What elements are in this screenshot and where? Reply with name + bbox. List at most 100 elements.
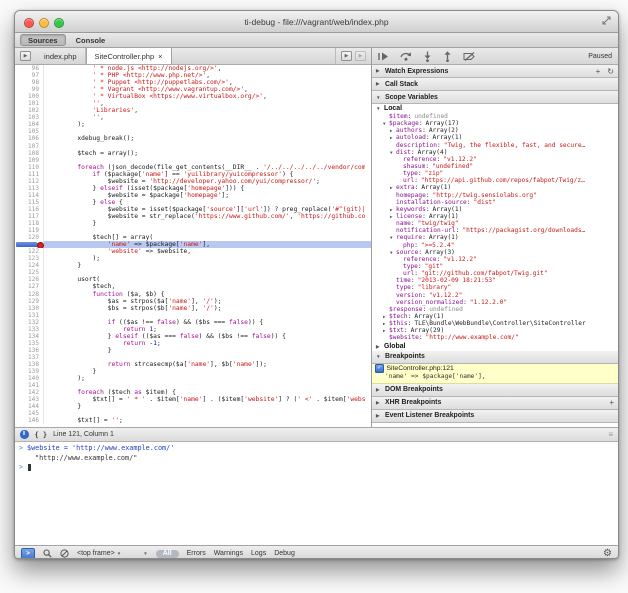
fullscreen-icon[interactable] — [602, 16, 611, 25]
breakpoint-location[interactable]: SiteController.php:121 — [387, 365, 454, 372]
context-dropdown-icon[interactable]: ▼ — [143, 551, 147, 556]
split-view-icon[interactable]: ▶ — [341, 51, 352, 61]
breakpoints-header[interactable]: ▼ Breakpoints — [372, 351, 618, 364]
drag-handle-icon[interactable]: ≡ — [608, 430, 613, 439]
filter-debug[interactable]: Debug — [274, 550, 295, 557]
panel-tab-sources[interactable]: Sources — [20, 34, 66, 46]
console-prompt[interactable]: > — [15, 463, 618, 473]
line-number[interactable]: 120 — [15, 234, 44, 241]
line-number[interactable]: 144 — [15, 403, 44, 410]
line-number[interactable]: 130 — [15, 305, 44, 312]
line-number[interactable]: 103 — [15, 114, 44, 121]
scope-group-local[interactable]: ▼Local — [372, 104, 618, 113]
filter-logs[interactable]: Logs — [251, 550, 266, 557]
scope-variable-row[interactable]: url:"https://api.github.com/repos/fabpot… — [372, 177, 618, 184]
scope-variable-row[interactable]: time:"2013-02-09 18:21:53" — [372, 277, 618, 284]
breakpoint-entry[interactable]: ✓ SiteController.php:121 'name' => $pack… — [372, 364, 618, 384]
line-number[interactable]: 129 — [15, 298, 44, 305]
scope-variable-row[interactable]: type:"library" — [372, 284, 618, 291]
code-editor[interactable]: 96 ' * node.js <http://nodejs.org/>',97 … — [15, 65, 371, 427]
scope-variable-row[interactable]: ▶$this:TLE\Bundle\WebBundle\Controller\S… — [372, 320, 618, 327]
file-tab-sitecontroller.php[interactable]: SiteController.php× — [86, 48, 172, 64]
deactivate-breakpoints-button[interactable] — [463, 52, 476, 61]
line-number[interactable]: 122 — [15, 248, 44, 255]
line-number[interactable]: 119 — [15, 227, 44, 234]
close-window-icon[interactable] — [24, 18, 34, 28]
file-tab-index.php[interactable]: index.php — [36, 48, 86, 64]
line-number[interactable]: 117 — [15, 213, 44, 220]
line-number[interactable]: 97 — [15, 72, 44, 79]
panel-tab-console[interactable]: Console — [69, 35, 113, 45]
scope-variable-row[interactable]: ▶$tech:Array(1) — [372, 313, 618, 320]
dom-breakpoints-header[interactable]: ▶ DOM Breakpoints — [372, 384, 618, 397]
line-number[interactable]: 102 — [15, 107, 44, 114]
console-drawer[interactable]: >$website = 'http://www.example.com/'"ht… — [15, 442, 618, 545]
line-number[interactable]: 118 — [15, 220, 44, 227]
scope-variable-row[interactable]: ▶autoload:Array(1) — [372, 134, 618, 141]
line-number[interactable]: 125 — [15, 269, 44, 276]
line-number[interactable]: 124 — [15, 262, 44, 269]
console-toggle-icon[interactable]: > — [21, 548, 35, 560]
scope-variable-row[interactable]: version:"v1.12.2" — [372, 292, 618, 299]
scope-variable-row[interactable]: php:">=5.2.4" — [372, 242, 618, 249]
line-number[interactable]: 107 — [15, 143, 44, 150]
line-number[interactable]: 116 — [15, 206, 44, 213]
scope-variable-row[interactable]: $response:undefined — [372, 306, 618, 313]
filter-warnings[interactable]: Warnings — [214, 550, 243, 557]
line-number[interactable]: 98 — [15, 79, 44, 86]
line-number[interactable]: 101 — [15, 100, 44, 107]
scope-variable-row[interactable]: description:"Twig, the flexible, fast, a… — [372, 142, 618, 149]
scope-variable-row[interactable]: name:"twig/twig" — [372, 220, 618, 227]
line-number[interactable] — [15, 241, 44, 248]
scope-variable-row[interactable]: shasum:"undefined" — [372, 163, 618, 170]
line-number[interactable]: 109 — [15, 157, 44, 164]
call-stack-header[interactable]: ▶ Call Stack — [372, 78, 618, 91]
pause-on-exceptions-icon[interactable]: ‖ — [20, 430, 29, 439]
line-number[interactable]: 106 — [15, 135, 44, 142]
console-input[interactable] — [27, 463, 31, 473]
line-number[interactable]: 138 — [15, 361, 44, 368]
line-number[interactable]: 140 — [15, 375, 44, 382]
title-bar[interactable]: ti-debug - file:///vagrant/web/index.php — [15, 11, 618, 33]
line-number[interactable]: 105 — [15, 128, 44, 135]
scope-variable-row[interactable]: ▶keywords:Array(1) — [372, 206, 618, 213]
line-number[interactable]: 146 — [15, 417, 44, 424]
filter-errors[interactable]: Errors — [187, 550, 206, 557]
line-number[interactable]: 132 — [15, 319, 44, 326]
line-number[interactable]: 115 — [15, 199, 44, 206]
line-number[interactable]: 113 — [15, 185, 44, 192]
panel-toggle-icon[interactable]: ▶ — [355, 51, 366, 61]
line-number[interactable]: 110 — [15, 164, 44, 171]
scope-variable-row[interactable]: ▼dist:Array(4) — [372, 149, 618, 156]
line-number[interactable]: 136 — [15, 347, 44, 354]
line-number[interactable]: 114 — [15, 192, 44, 199]
step-over-button[interactable] — [400, 51, 412, 61]
watch-expressions-header[interactable]: ▶ Watch Expressions + ↻ — [372, 65, 618, 78]
scope-variable-row[interactable]: homepage:"http://twig.sensiolabs.org" — [372, 192, 618, 199]
add-watch-icon[interactable]: + — [596, 67, 601, 76]
line-number[interactable]: 133 — [15, 326, 44, 333]
settings-gear-icon[interactable]: ⚙ — [603, 548, 612, 559]
scope-variable-row[interactable]: $item:undefined — [372, 113, 618, 120]
scope-variable-row[interactable]: installation-source:"dist" — [372, 199, 618, 206]
scope-variable-row[interactable]: ▶license:Array(1) — [372, 213, 618, 220]
line-number[interactable]: 143 — [15, 396, 44, 403]
scope-variable-row[interactable]: type:"zip" — [372, 170, 618, 177]
scope-variable-row[interactable]: ▼$package:Array(17) — [372, 120, 618, 127]
line-number[interactable]: 141 — [15, 382, 44, 389]
line-number[interactable]: 145 — [15, 410, 44, 417]
line-number[interactable]: 123 — [15, 255, 44, 262]
scope-variable-row[interactable]: ▶extra:Array(1) — [372, 184, 618, 191]
scope-variable-row[interactable]: notification-url:"https://packagist.org/… — [372, 227, 618, 234]
navigator-toggle-button[interactable]: ▶ — [15, 48, 36, 64]
filter-all[interactable]: All — [156, 550, 179, 558]
scope-variable-row[interactable]: ▼source:Array(3) — [372, 249, 618, 256]
scope-variable-row[interactable]: version_normalized:"1.12.2.0" — [372, 299, 618, 306]
xhr-breakpoints-header[interactable]: ▶ XHR Breakpoints + — [372, 397, 618, 410]
step-into-button[interactable] — [423, 51, 432, 62]
line-number[interactable]: 99 — [15, 86, 44, 93]
line-number[interactable]: 96 — [15, 65, 44, 72]
frame-selector[interactable]: <top frame> ▼ — [77, 550, 121, 557]
breakpoint-checkbox[interactable]: ✓ — [375, 364, 384, 373]
scope-variables-header[interactable]: ▼ Scope Variables — [372, 91, 618, 104]
